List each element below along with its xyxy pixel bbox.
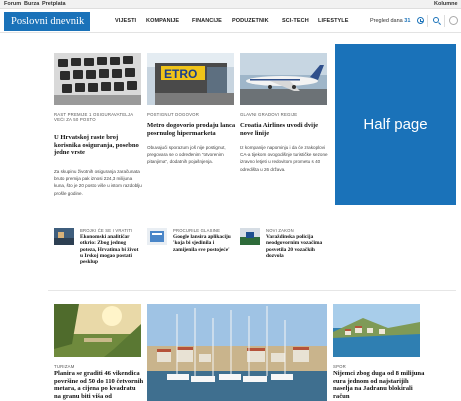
nav-poduzetnik[interactable]: PODUZETNIK: [232, 18, 269, 24]
mini-article-2-category: PROCURILE GLASINE: [173, 228, 221, 233]
mini-article-1-image[interactable]: [54, 228, 74, 245]
article-1-excerpt: Za skupinu životnih osiguranja zaračunat…: [54, 169, 142, 196]
nav-kompanije[interactable]: KOMPANIJE: [146, 18, 179, 24]
article-2-image[interactable]: ETRO: [147, 53, 234, 105]
pregled-count: 31: [404, 18, 411, 24]
divider: [444, 15, 445, 27]
article-2-title[interactable]: Metro dogovorio prodaju lanca posrnulog …: [147, 122, 239, 137]
article-1-title[interactable]: U Hrvatskoj raste broj korisnika osigura…: [54, 134, 146, 157]
topbar-link-kolumne[interactable]: Kolumne: [434, 1, 458, 7]
article-3-image[interactable]: [240, 53, 327, 105]
pregled-label: Pregled dana: [370, 18, 403, 24]
article-2-category: POSTIGNUT DOGOVOR: [147, 112, 200, 117]
bottom-article-2-image[interactable]: [333, 304, 420, 357]
ad-label: Half page: [363, 116, 428, 133]
section-divider: [48, 290, 456, 291]
bottom-article-2-category: SPOR: [333, 364, 346, 369]
nav-lifestyle[interactable]: LIFESTYLE: [318, 18, 349, 24]
search-icon[interactable]: [433, 17, 439, 23]
half-page-ad[interactable]: Half page: [335, 44, 456, 205]
article-3-excerpt: Iz kompanije napominju i da će zrakoplov…: [240, 145, 328, 172]
bottom-article-2-title[interactable]: Nijemci zbog duga od 8 milijuna eura jed…: [333, 370, 425, 401]
divider: [427, 15, 428, 27]
pregled-dana[interactable]: Pregled dana 31: [370, 18, 410, 24]
article-3-title[interactable]: Croatia Airlines uvodi dvije nove linije: [240, 122, 332, 137]
mini-article-1-category: BROJKI ĆE SE I VRATITI: [80, 228, 133, 233]
mini-article-3-title[interactable]: Varaždinska policija neodgovornim vozači…: [266, 234, 328, 259]
topbar-link-pretplata[interactable]: Pretplata: [42, 1, 66, 7]
topbar-link-forum[interactable]: Forum: [4, 1, 21, 7]
clock-icon[interactable]: [417, 17, 424, 24]
site-header: Poslovni dnevnik VIJESTI KOMPANIJE FINAN…: [0, 10, 461, 33]
topbar-link-burza[interactable]: Burza: [24, 1, 39, 7]
mini-article-2-title[interactable]: Google lansira aplikaciju 'koja bi sjedi…: [173, 234, 235, 253]
nav-vijesti[interactable]: VIJESTI: [115, 18, 136, 24]
article-3-category: GLAVNI GRADOVI REGIJE: [240, 112, 298, 117]
utility-bar: Forum Burza Pretplata Kolumne: [0, 0, 461, 9]
bottom-article-1-title[interactable]: Planira se graditi 46 vikendica površine…: [54, 370, 144, 401]
bottom-article-1-image[interactable]: [54, 304, 141, 357]
featured-harbor-image[interactable]: [147, 304, 327, 401]
nav-financije[interactable]: FINANCIJE: [192, 18, 222, 24]
mini-article-2-image[interactable]: [147, 228, 167, 245]
user-icon[interactable]: [449, 16, 458, 25]
mini-article-3-image[interactable]: [240, 228, 260, 245]
bottom-article-1-category: TURIZAM: [54, 364, 75, 369]
mini-article-1-title[interactable]: Ekonomski analitičar otkrio: Zbog jednog…: [80, 234, 142, 265]
article-1-image[interactable]: [54, 53, 141, 105]
nav-sci-tech[interactable]: SCI-TECH: [282, 18, 309, 24]
svg-text:ETRO: ETRO: [164, 67, 197, 81]
article-1-category: RAST PREMIJE 1 OSIGURAVATELJA VEĆI ZA 50…: [54, 112, 134, 123]
article-2-excerpt: Obuvajući sporazum još nije postignut, p…: [147, 145, 226, 165]
site-logo[interactable]: Poslovni dnevnik: [4, 12, 90, 31]
mini-article-3-category: NOVI ZAKON: [266, 228, 294, 233]
